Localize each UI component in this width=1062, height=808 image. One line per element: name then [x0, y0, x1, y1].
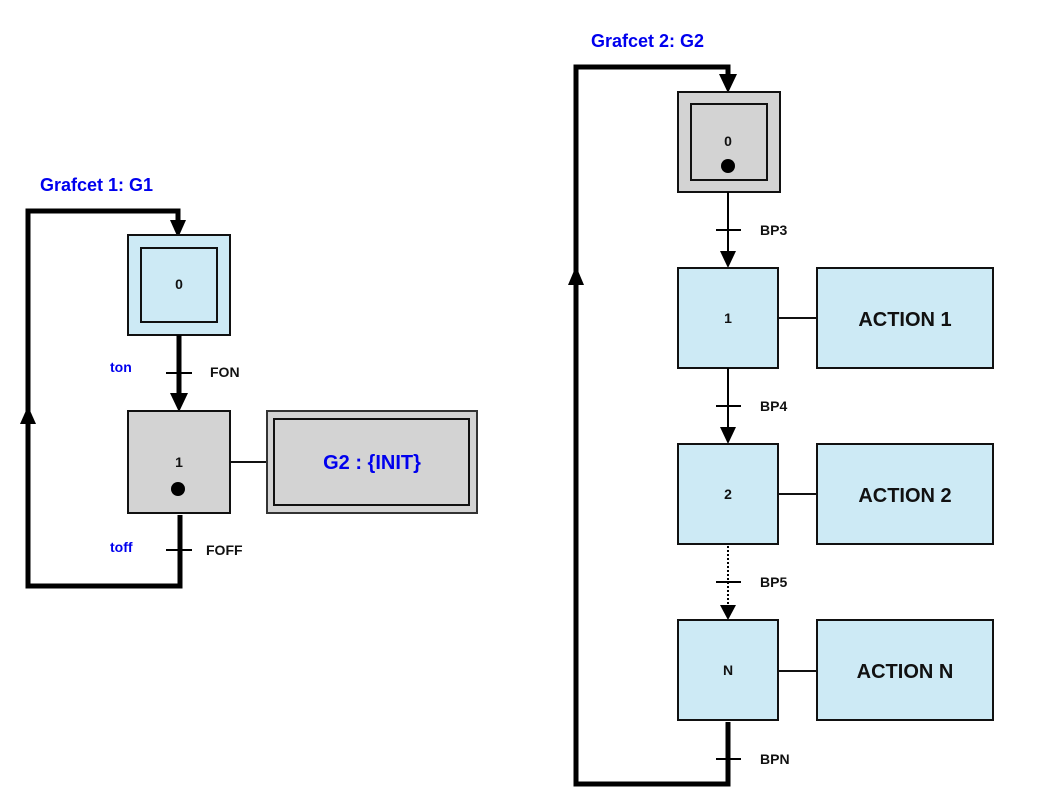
step-number: 2: [724, 486, 732, 502]
grafcet-1-title: Grafcet 1: G1: [40, 175, 153, 195]
grafcet-1-transition-2-variable: toff: [110, 539, 133, 555]
grafcet-1-transition-1-label: FON: [210, 364, 240, 380]
grafcet-2: Grafcet 2: G2 0 BP3 1 ACTION 1 BP4 2 ACT…: [568, 31, 994, 787]
grafcet-1-transition-1-variable: ton: [110, 359, 132, 375]
grafcet-2-step-1[interactable]: 1: [677, 267, 779, 369]
grafcet-2-step-2[interactable]: 2: [677, 443, 779, 545]
grafcet-2-arrow-into-step-n: [720, 605, 736, 620]
grafcet-2-transition-bp3-label: BP3: [760, 222, 787, 238]
grafcet-1-transition-2-label: FOFF: [206, 542, 243, 558]
grafcet-2-transition-bp5-label: BP5: [760, 574, 787, 590]
grafcet-2-transition-bpn-label: BPN: [760, 751, 790, 767]
action-label: ACTION N: [857, 661, 954, 683]
active-token-icon: [721, 159, 735, 173]
grafcet-2-arrow-into-step-0: [719, 74, 737, 93]
action-label: ACTION 2: [858, 485, 951, 507]
grafcet-2-transition-bp4-label: BP4: [760, 398, 787, 414]
step-number: 0: [175, 276, 183, 292]
step-number: 1: [724, 310, 732, 326]
active-token-icon: [171, 482, 185, 496]
grafcet-2-title: Grafcet 2: G2: [591, 31, 704, 51]
grafcet-2-action-n[interactable]: ACTION N: [816, 619, 994, 721]
grafcet-1-loop-arrow-up: [20, 406, 36, 424]
step-number: 0: [724, 133, 732, 149]
action-label: G2 : {INIT}: [323, 452, 421, 474]
grafcet-2-arrow-into-step-2: [720, 427, 736, 444]
grafcet-diagram: Grafcet 1: G1 0 ton FON 1 G2 : {INIT} to…: [20, 31, 994, 787]
grafcet-1-step-0[interactable]: 0: [127, 234, 231, 336]
grafcet-1-arrow-into-step-1: [170, 393, 188, 412]
grafcet-2-arrow-into-step-1: [720, 251, 736, 268]
action-label: ACTION 1: [858, 309, 951, 331]
grafcet-1: Grafcet 1: G1 0 ton FON 1 G2 : {INIT} to…: [20, 175, 478, 589]
grafcet-2-loop-arrow-up: [568, 266, 584, 285]
grafcet-2-action-1[interactable]: ACTION 1: [816, 267, 994, 369]
grafcet-1-action-g2-init[interactable]: G2 : {INIT}: [266, 410, 478, 514]
grafcet-2-step-n[interactable]: N: [677, 619, 779, 721]
grafcet-1-step-1[interactable]: 1: [127, 410, 231, 514]
step-number: 1: [175, 454, 183, 470]
step-number: N: [723, 662, 733, 678]
grafcet-2-action-2[interactable]: ACTION 2: [816, 443, 994, 545]
grafcet-2-step-0[interactable]: 0: [677, 91, 781, 193]
